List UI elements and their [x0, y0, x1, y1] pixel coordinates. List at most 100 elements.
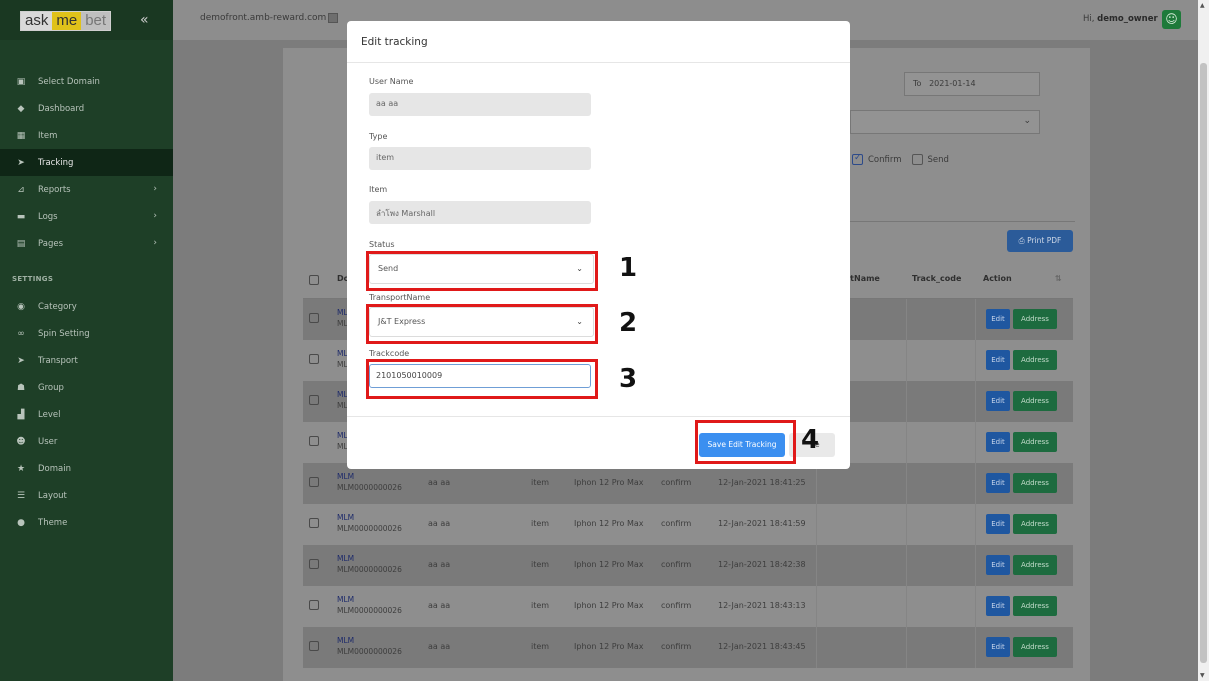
row-item: Iphon 12 Pro Max	[574, 601, 644, 610]
column-separator	[975, 627, 976, 668]
address-button[interactable]: Address	[1013, 432, 1057, 452]
print-pdf-label: Print PDF	[1027, 236, 1062, 245]
username: demo_owner	[1097, 14, 1158, 24]
edit-button[interactable]: Edit	[986, 596, 1010, 616]
date-to-field[interactable]: To 2021-01-14	[904, 72, 1040, 96]
column-separator	[906, 381, 907, 422]
sort-icon[interactable]: ⇅	[1055, 274, 1062, 283]
star-icon: ★	[16, 463, 26, 474]
sidebar-item-label: Category	[38, 301, 77, 312]
row-status: confirm	[661, 519, 692, 528]
row-user: aa aa	[428, 601, 451, 610]
row-checkbox[interactable]	[309, 559, 319, 569]
user-icon: ☻	[16, 436, 26, 447]
address-button[interactable]: Address	[1013, 309, 1057, 329]
edit-button[interactable]: Edit	[986, 555, 1010, 575]
sidebar-item-logs[interactable]: ▬ Logs ›	[0, 203, 173, 230]
sidebar-item-user[interactable]: ☻ User	[0, 428, 173, 455]
row-item: Iphon 12 Pro Max	[574, 642, 644, 651]
sidebar-item-pages[interactable]: ▤ Pages ›	[0, 230, 173, 257]
sidebar-item-reports[interactable]: ⊿ Reports ›	[0, 176, 173, 203]
layout-icon: ☰	[16, 490, 26, 501]
scrollbar-thumb[interactable]	[1200, 63, 1207, 663]
sidebar-item-theme[interactable]: ● Theme	[0, 509, 173, 536]
row-domain-code: MLM0000000026	[337, 565, 402, 574]
address-button[interactable]: Address	[1013, 473, 1057, 493]
sidebar-item-category[interactable]: ◉ Category	[0, 293, 173, 320]
row-checkbox[interactable]	[309, 600, 319, 610]
collapse-sidebar-icon[interactable]: «	[140, 12, 149, 28]
sidebar-item-level[interactable]: ▟ Level	[0, 401, 173, 428]
address-button[interactable]: Address	[1013, 350, 1057, 370]
row-domain-link[interactable]: MLM	[337, 554, 354, 563]
row-type: item	[531, 519, 550, 528]
row-domain-link[interactable]: MLM	[337, 472, 354, 481]
row-checkbox[interactable]	[309, 641, 319, 651]
level-icon: ▟	[17, 409, 25, 420]
column-separator	[906, 422, 907, 463]
row-date: 12-Jan-2021 18:41:59	[718, 519, 806, 528]
divider	[850, 221, 1075, 222]
user-avatar-icon[interactable]: ☺	[1162, 10, 1181, 29]
row-checkbox[interactable]	[309, 313, 319, 323]
address-button[interactable]: Address	[1013, 391, 1057, 411]
confirm-checkbox[interactable]	[852, 153, 863, 165]
edit-button[interactable]: Edit	[986, 350, 1010, 370]
row-user: aa aa	[428, 560, 451, 569]
address-button[interactable]: Address	[1013, 555, 1057, 575]
scroll-down-icon[interactable]: ▼	[1200, 672, 1205, 679]
edit-button[interactable]: Edit	[986, 637, 1010, 657]
date-to-label: To	[913, 79, 922, 88]
sidebar-item-spin-setting[interactable]: ∞ Spin Setting	[0, 320, 173, 347]
row-domain-link[interactable]: MLM	[337, 513, 354, 522]
address-button[interactable]: Address	[1013, 514, 1057, 534]
column-separator	[975, 299, 976, 340]
row-item: Iphon 12 Pro Max	[574, 560, 644, 569]
column-separator	[906, 504, 907, 545]
sidebar-item-label: Group	[38, 382, 64, 393]
row-checkbox[interactable]	[309, 518, 319, 528]
edit-button[interactable]: Edit	[986, 432, 1010, 452]
sidebar-item-group[interactable]: ☗ Group	[0, 374, 173, 401]
domain-select-icon: ▣	[16, 76, 26, 87]
sidebar-item-layout[interactable]: ☰ Layout	[0, 482, 173, 509]
current-domain: demofront.amb-reward.com	[200, 13, 327, 23]
row-domain-link[interactable]: MLM	[337, 595, 354, 604]
scroll-up-icon[interactable]: ▲	[1200, 2, 1205, 9]
sidebar-item-label: Pages	[38, 238, 64, 249]
edit-button[interactable]: Edit	[986, 514, 1010, 534]
send-checkbox[interactable]	[911, 154, 923, 165]
column-separator	[975, 504, 976, 545]
row-domain-link[interactable]: MLM	[337, 636, 354, 645]
edit-button[interactable]: Edit	[986, 309, 1010, 329]
row-item: Iphon 12 Pro Max	[574, 519, 644, 528]
row-status: confirm	[661, 478, 692, 487]
sidebar-item-tracking[interactable]: ➤ Tracking	[0, 149, 173, 176]
edit-button[interactable]: Edit	[986, 391, 1010, 411]
row-checkbox[interactable]	[309, 395, 319, 405]
domain-menu-icon[interactable]	[328, 13, 338, 23]
column-separator	[975, 340, 976, 381]
spin-icon: ∞	[17, 328, 25, 339]
sidebar-item-label: Logs	[38, 211, 58, 222]
edit-button[interactable]: Edit	[986, 473, 1010, 493]
row-checkbox[interactable]	[309, 354, 319, 364]
sidebar-item-domain[interactable]: ★ Domain	[0, 455, 173, 482]
row-checkbox[interactable]	[309, 436, 319, 446]
sidebar-item-select-domain[interactable]: ▣ Select Domain	[0, 68, 173, 95]
filter-select[interactable]: ⌄	[850, 110, 1040, 134]
table-row: MLM MLM0000000026 aa aa item Iphon 12 Pro Ma…	[303, 586, 1073, 627]
logo[interactable]: ask me bet	[20, 11, 112, 31]
folder-icon: ▬	[16, 211, 26, 222]
address-button[interactable]: Address	[1013, 596, 1057, 616]
print-pdf-button[interactable]: ⎙ Print PDF	[1007, 230, 1073, 252]
sidebar-item-transport[interactable]: ➤ Transport	[0, 347, 173, 374]
select-all-checkbox[interactable]	[309, 275, 319, 285]
row-checkbox[interactable]	[309, 477, 319, 487]
address-button[interactable]: Address	[1013, 637, 1057, 657]
annotation-number-4: 4	[801, 425, 820, 455]
sidebar-item-dashboard[interactable]: ◆ Dashboard	[0, 95, 173, 122]
column-separator	[906, 463, 907, 504]
sidebar-item-item[interactable]: ▦ Item	[0, 122, 173, 149]
table-row: MLM MLM0000000026 aa aa item Iphon 12 Pro Ma…	[303, 545, 1073, 586]
